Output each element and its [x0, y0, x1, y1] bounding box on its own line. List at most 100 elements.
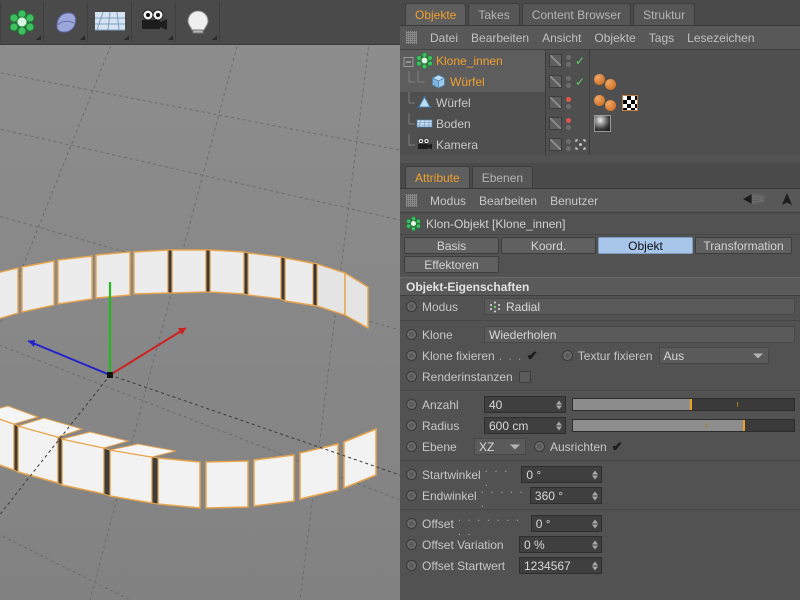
tab-effektoren[interactable]: Effektoren [404, 256, 499, 273]
object-row-boden[interactable]: Boden [400, 113, 545, 134]
endwinkel-radio[interactable] [406, 490, 417, 501]
startwinkel-input[interactable]: 0 ° [521, 466, 602, 483]
radius-stepper[interactable] [556, 421, 562, 430]
offset-variation-input[interactable]: 0 % [519, 536, 602, 553]
visibility-toggle[interactable] [549, 54, 562, 67]
radius-input[interactable]: 600 cm [484, 417, 566, 434]
tab-objekte[interactable]: Objekte [405, 3, 467, 25]
renderinstanzen-radio[interactable] [406, 371, 417, 382]
enabled-check-icon[interactable]: ✓ [575, 76, 585, 88]
tab-struktur[interactable]: Struktur [633, 3, 696, 25]
tab-koord[interactable]: Koord. [501, 237, 596, 254]
menu-benutzer[interactable]: Benutzer [550, 194, 598, 208]
tab-content-browser[interactable]: Content Browser [521, 3, 632, 25]
cloner-tool-button[interactable] [0, 2, 44, 42]
object-row-wuerfel[interactable]: Würfel [400, 92, 545, 113]
object-row-kamera[interactable]: Kamera [400, 134, 545, 155]
deformer-tool-button[interactable] [44, 2, 88, 42]
anzahl-radio[interactable] [406, 399, 417, 410]
mograph-tag-icon[interactable] [594, 73, 605, 85]
material-tag-icon[interactable] [594, 115, 611, 132]
textur-fixieren-radio[interactable] [561, 350, 573, 361]
startwinkel-radio[interactable] [406, 469, 417, 480]
klone-fixieren-checkbox[interactable]: ✔ [527, 349, 538, 362]
visibility-dots[interactable] [566, 75, 571, 88]
mograph-tag-icon[interactable] [605, 78, 616, 90]
tab-attribute[interactable]: Attribute [405, 166, 470, 188]
endwinkel-input[interactable]: 360 ° [529, 487, 602, 504]
offset-stepper[interactable] [592, 519, 598, 528]
visibility-dots[interactable] [566, 138, 571, 151]
menu-ansicht[interactable]: Ansicht [542, 31, 581, 45]
object-row-klone-innen[interactable]: Klone_innen [400, 50, 545, 71]
radius-slider[interactable] [572, 419, 795, 432]
panel-grip-icon[interactable] [406, 31, 417, 44]
floor-tool-button[interactable] [88, 2, 132, 42]
klone-fixieren-radio[interactable] [406, 350, 417, 361]
property-row-klone: Klone Wiederholen [400, 324, 800, 345]
renderinstanzen-checkbox[interactable] [518, 370, 531, 383]
visibility-toggle[interactable] [549, 96, 562, 109]
anzahl-stepper[interactable] [556, 400, 562, 409]
menu-lesezeichen[interactable]: Lesezeichen [687, 31, 754, 45]
menu-bearbeiten[interactable]: Bearbeiten [471, 31, 529, 45]
klone-radio[interactable] [406, 329, 417, 340]
target-icon[interactable] [575, 139, 586, 150]
object-label: Klone_innen [436, 53, 503, 68]
tree-expander[interactable] [402, 50, 416, 71]
menu-bearbeiten[interactable]: Bearbeiten [479, 194, 537, 208]
cloner-object-icon [416, 52, 433, 69]
mograph-tag-icon[interactable] [605, 99, 616, 111]
offset-startwert-input[interactable]: 1234567 [519, 557, 602, 574]
modus-dropdown[interactable]: Radial [484, 298, 795, 315]
anzahl-slider[interactable] [572, 398, 795, 411]
radius-radio[interactable] [406, 420, 417, 431]
offset-radio[interactable] [406, 518, 417, 529]
offset-variation-stepper[interactable] [592, 540, 598, 549]
offset-variation-radio[interactable] [406, 539, 417, 550]
visibility-dots[interactable] [566, 54, 571, 67]
tab-ebenen[interactable]: Ebenen [471, 166, 534, 188]
offset-startwert-stepper[interactable] [592, 561, 598, 570]
startwinkel-stepper[interactable] [592, 470, 598, 479]
viewport[interactable] [0, 45, 400, 600]
visibility-toggle[interactable] [549, 75, 562, 88]
menu-datei[interactable]: Datei [430, 31, 458, 45]
offset-input[interactable]: 0 ° [530, 515, 602, 532]
enabled-check-icon[interactable]: ✓ [575, 55, 585, 67]
ebene-dropdown[interactable]: XZ [474, 438, 526, 455]
menu-tags[interactable]: Tags [649, 31, 674, 45]
tab-basis[interactable]: Basis [404, 237, 499, 254]
tab-objekt[interactable]: Objekt [598, 237, 693, 254]
visibility-dots[interactable] [566, 117, 571, 130]
klone-dropdown[interactable]: Wiederholen [484, 326, 795, 343]
endwinkel-stepper[interactable] [592, 491, 598, 500]
visibility-dots[interactable] [566, 96, 571, 109]
object-row-wuerfel-child[interactable]: Würfel [400, 71, 545, 92]
object-manager[interactable]: Klone_innen Würfel Würfel Boden Kamera ✓… [400, 50, 800, 155]
textur-fixieren-value: Aus [663, 348, 685, 363]
back-arrow-icon[interactable] [742, 192, 766, 207]
page-title: Klon-Objekt [Klone_innen] [426, 216, 566, 231]
offset-startwert-radio[interactable] [406, 560, 417, 571]
panel-grip-icon[interactable] [406, 194, 417, 207]
offset-dots: . . . . . . . . . [457, 509, 521, 538]
tab-transformation[interactable]: Transformation [695, 237, 792, 254]
light-tool-button[interactable] [176, 2, 220, 42]
anzahl-input[interactable]: 40 [484, 396, 566, 413]
menu-objekte[interactable]: Objekte [594, 31, 635, 45]
visibility-toggle[interactable] [549, 138, 562, 151]
ausrichten-radio[interactable] [534, 441, 545, 452]
modus-radio[interactable] [406, 301, 417, 312]
mograph-tag-icon[interactable] [594, 94, 605, 106]
visibility-toggle[interactable] [549, 117, 562, 130]
up-arrow-icon[interactable] [780, 192, 794, 207]
ausrichten-checkbox[interactable]: ✔ [612, 440, 623, 453]
ebene-radio[interactable] [406, 441, 417, 452]
property-row-startwinkel: Startwinkel . . . . 0 ° [400, 461, 800, 489]
texture-tag-icon[interactable] [622, 94, 638, 111]
tab-takes[interactable]: Takes [468, 3, 520, 25]
textur-fixieren-dropdown[interactable]: Aus [658, 347, 769, 364]
camera-tool-button[interactable] [132, 2, 176, 42]
menu-modus[interactable]: Modus [430, 194, 466, 208]
